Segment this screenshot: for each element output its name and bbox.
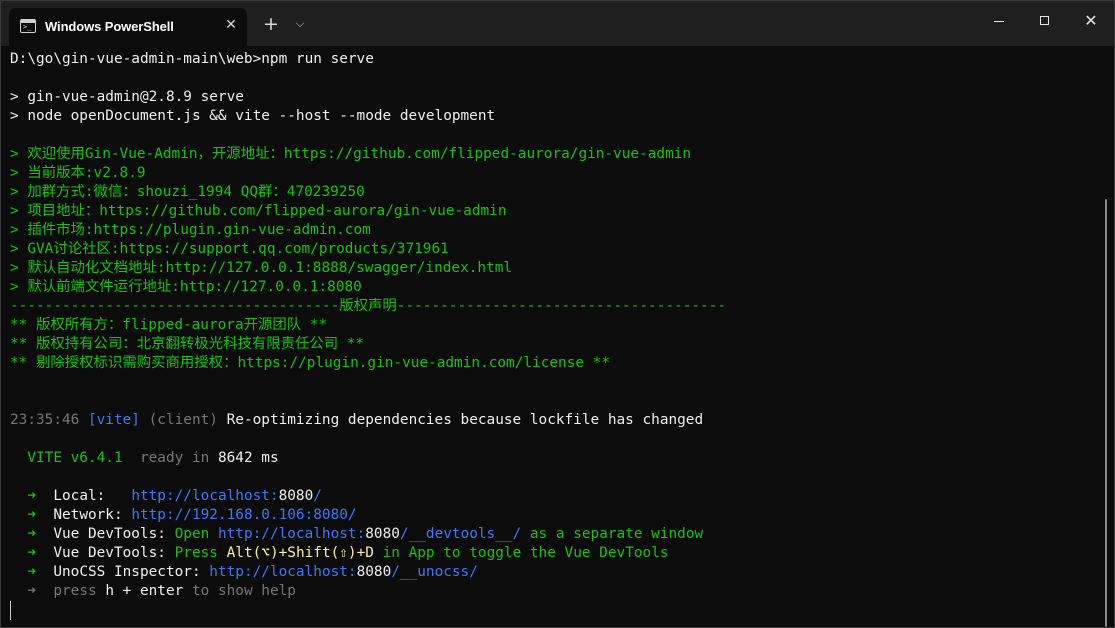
terminal-output[interactable]: D:\go\gin-vue-admin-main\web>npm run ser… xyxy=(10,50,1095,625)
welcome-line: > 当前版本:v2.8.9 xyxy=(10,165,146,181)
welcome-line: > 项目地址：https://github.com/flipped-aurora… xyxy=(10,203,507,219)
unocss-label: UnoCSS Inspector: xyxy=(53,564,201,580)
arrow-icon: ➜ xyxy=(27,488,36,504)
local-label: Local: xyxy=(53,488,106,504)
arrow-icon: ➜ xyxy=(27,564,36,580)
npm-script-line: > gin-vue-admin@2.8.9 serve xyxy=(10,89,244,105)
copyright-line: ** 剔除授权标识需购买商用授权：https://plugin.gin-vue-… xyxy=(10,355,611,371)
network-url-line: ➜ Network: http://192.168.0.106:8080/ xyxy=(10,506,1095,525)
minimize-button[interactable] xyxy=(976,1,1022,41)
copyright-divider: --------------------------------------版权… xyxy=(10,298,727,314)
close-button[interactable]: ✕ xyxy=(1068,1,1114,41)
log-message: Re-optimizing dependencies because lockf… xyxy=(226,412,704,428)
devtools-open-label: Open xyxy=(174,526,210,542)
terminal-icon: >_ xyxy=(20,19,36,33)
tab-powershell[interactable]: >_ Windows PowerShell ✕ xyxy=(9,8,247,46)
welcome-line: > 插件市场:https://plugin.gin-vue-admin.com xyxy=(10,222,371,238)
copyright-line: ** 版权持有公司：北京翻转极光科技有限责任公司 ** xyxy=(10,336,365,352)
prompt-line: D:\go\gin-vue-admin-main\web>npm run ser… xyxy=(10,51,374,67)
arrow-icon: ➜ xyxy=(27,545,36,561)
ready-ms: 8642 xyxy=(217,450,253,466)
tab-title: Windows PowerShell xyxy=(45,19,174,34)
scrollbar[interactable] xyxy=(1105,199,1107,627)
vite-version: VITE v6.4.1 xyxy=(27,450,123,466)
local-url[interactable]: http://localhost:8080/ xyxy=(131,488,322,504)
ready-label: ready in xyxy=(139,450,210,466)
title-bar[interactable]: >_ Windows PowerShell ✕ + ⌵ ✕ xyxy=(1,1,1114,46)
devtools-hint: as a separate window xyxy=(529,526,704,542)
unocss-url-line: ➜ UnoCSS Inspector: http://localhost:808… xyxy=(10,563,1095,582)
log-tag: [vite] xyxy=(87,412,140,428)
welcome-line: > 默认前端文件运行地址:http://127.0.0.1:8080 xyxy=(10,279,362,295)
local-url-line: ➜ Local: http://localhost:8080/ xyxy=(10,487,1095,506)
devtools-label: Vue DevTools: xyxy=(53,526,166,542)
chevron-down-icon[interactable]: ⌵ xyxy=(291,13,309,35)
arrow-icon: ➜ xyxy=(27,526,36,542)
devtools-shortcut-line: ➜ Vue DevTools: Press Alt(⌥)+Shift(⇧)+D … xyxy=(10,544,1095,563)
tab-close-icon[interactable]: ✕ xyxy=(222,16,240,34)
terminal-window: >_ Windows PowerShell ✕ + ⌵ ✕ D:\go\gin-… xyxy=(0,0,1115,628)
devtools-url[interactable]: http://localhost:8080/__devtools__/ xyxy=(218,526,521,542)
help-press: press xyxy=(53,583,97,599)
arrow-icon: ➜ xyxy=(27,507,36,523)
log-time: 23:35:46 xyxy=(10,412,80,428)
network-label: Network: xyxy=(53,507,123,523)
new-tab-button[interactable]: + xyxy=(260,13,282,35)
copyright-line: ** 版权所有方：flipped-aurora开源团队 ** xyxy=(10,317,328,333)
welcome-line: > 欢迎使用Gin-Vue-Admin，开源地址：https://github.… xyxy=(10,146,692,162)
arrow-icon: ➜ xyxy=(27,583,36,599)
welcome-line: > GVA讨论社区:https://support.qq.com/product… xyxy=(10,241,449,257)
help-hint: to show help xyxy=(191,583,296,599)
vite-ready-line: VITE v6.4.1 ready in 8642 ms xyxy=(10,449,1095,468)
shortcut-keys: Alt(⌥)+Shift(⇧)+D xyxy=(226,545,374,561)
help-key: h + enter xyxy=(105,583,184,599)
vite-log-line: 23:35:46 [vite] (client) Re-optimizing d… xyxy=(10,411,1095,430)
unocss-url[interactable]: http://localhost:8080/__unocss/ xyxy=(209,564,478,580)
maximize-button[interactable] xyxy=(1022,1,1068,41)
welcome-line: > 加群方式:微信：shouzi_1994 QQ群：470239250 xyxy=(10,184,365,200)
press-label: Press xyxy=(174,545,218,561)
text-cursor xyxy=(10,601,11,620)
shortcut-hint: in App to toggle the Vue DevTools xyxy=(382,545,669,561)
devtools-url-line: ➜ Vue DevTools: Open http://localhost:80… xyxy=(10,525,1095,544)
network-url[interactable]: http://192.168.0.106:8080/ xyxy=(131,507,356,523)
npm-script-line: > node openDocument.js && vite --host --… xyxy=(10,108,496,124)
ready-unit: ms xyxy=(261,450,279,466)
help-line: ➜ press h + enter to show help xyxy=(10,582,1095,601)
log-scope: (client) xyxy=(148,412,218,428)
welcome-line: > 默认自动化文档地址:http://127.0.0.1:8888/swagge… xyxy=(10,260,513,276)
devtools-label: Vue DevTools: xyxy=(53,545,166,561)
